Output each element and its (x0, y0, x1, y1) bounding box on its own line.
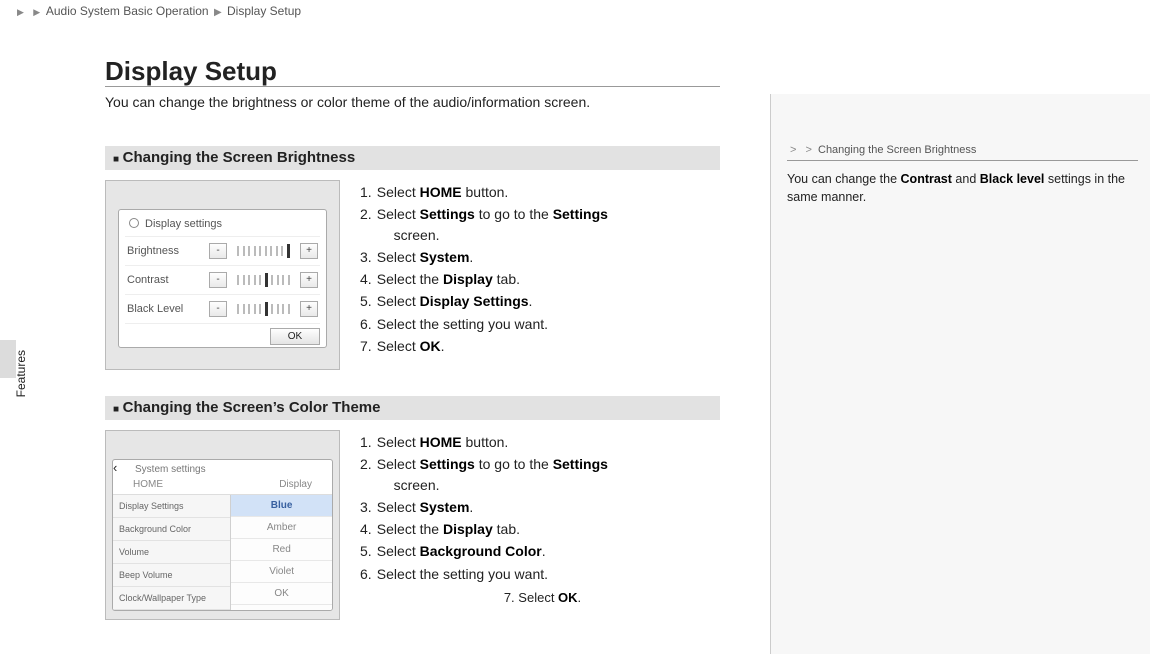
step: 4.Select the Display tab. (360, 519, 725, 539)
slider-label: Brightness (127, 245, 203, 257)
side-note-column: > > Changing the Screen Brightness You c… (770, 94, 1150, 654)
color-options: Blue Amber Red Violet OK (231, 495, 332, 611)
section-content: Display settings Brightness - + Contrast… (105, 180, 725, 370)
list-item[interactable]: Volume (113, 541, 230, 564)
slider-row-contrast: Contrast - + (125, 265, 320, 294)
step: 3.Select System. (360, 497, 725, 517)
plus-button[interactable]: + (300, 243, 318, 259)
triangle-icon: ▶ (212, 7, 224, 18)
section-heading: Changing the Screen’s Color Theme (123, 399, 381, 416)
step: 7. Select OK. (360, 590, 725, 605)
slider-scale[interactable] (233, 244, 294, 258)
panel-body: Display Settings Background Color Volume… (113, 495, 332, 611)
step: 6.Select the setting you want. (360, 564, 725, 584)
sidenote-crumb: > > Changing the Screen Brightness (787, 144, 1138, 161)
sidenote-body: You can change the Contrast and Black le… (787, 171, 1138, 206)
system-settings-screenshot: ‹ HOME System settings Display Display S… (105, 430, 340, 620)
breadcrumb-part: Audio System Basic Operation (46, 4, 209, 18)
step: 3.Select System. (360, 247, 725, 267)
display-settings-panel: Display settings Brightness - + Contrast… (118, 209, 327, 348)
step: 1.Select HOME button. (360, 182, 725, 202)
side-tab-label: Features (14, 350, 28, 397)
minus-button[interactable]: - (209, 301, 227, 317)
option-blue[interactable]: Blue (231, 495, 332, 517)
option-violet[interactable]: Violet (231, 561, 332, 583)
slider-row-blacklevel: Black Level - + (125, 294, 320, 323)
option-red[interactable]: Red (231, 539, 332, 561)
list-item[interactable]: Clock/Wallpaper Type (113, 587, 230, 610)
title-rule (105, 86, 720, 87)
triangle-icon: ▶ (30, 7, 43, 17)
panel-header: HOME System settings Display (113, 475, 332, 495)
display-settings-screenshot: Display settings Brightness - + Contrast… (105, 180, 340, 370)
plus-button[interactable]: + (300, 272, 318, 288)
option-ok[interactable]: OK (231, 583, 332, 605)
step: 2.Select Settings to go to the Settingss… (360, 454, 725, 495)
section-heading-bar: ■ Changing the Screen Brightness (105, 146, 720, 170)
slider-label: Black Level (127, 303, 203, 315)
settings-list: Display Settings Background Color Volume… (113, 495, 231, 611)
main-column: ■ Changing the Screen Brightness Display… (105, 140, 725, 646)
step: 5.Select Background Color. (360, 541, 725, 561)
minus-button[interactable]: - (209, 243, 227, 259)
section-heading: Changing the Screen Brightness (123, 149, 356, 166)
intro-text: You can change the brightness or color t… (105, 94, 590, 110)
breadcrumb: ▶ ▶ Audio System Basic Operation ▶ Displ… (14, 4, 301, 18)
page-title: Display Setup (105, 56, 277, 87)
ok-footer: OK (125, 323, 320, 345)
step: 4.Select the Display tab. (360, 269, 725, 289)
system-settings-panel: ‹ HOME System settings Display Display S… (112, 459, 333, 611)
steps-list: 1.Select HOME button. 2.Select Settings … (360, 180, 725, 358)
panel-header: Display settings (125, 216, 320, 236)
triangle-icon: ▶ (14, 7, 27, 17)
tab-home[interactable]: HOME (133, 479, 163, 490)
plus-button[interactable]: + (300, 301, 318, 317)
slider-label: Contrast (127, 274, 203, 286)
panel-title: System settings (135, 464, 206, 475)
slider-row-brightness: Brightness - + (125, 236, 320, 265)
chevron-icon: > (787, 144, 799, 156)
section-heading-bar: ■ Changing the Screen’s Color Theme (105, 396, 720, 420)
list-item[interactable]: Background Color (113, 518, 230, 541)
list-item[interactable]: Display Settings (113, 495, 230, 518)
step: 7.Select OK. (360, 336, 725, 356)
page: ▶ ▶ Audio System Basic Operation ▶ Displ… (0, 0, 1169, 666)
breadcrumb-part: Display Setup (227, 4, 301, 18)
slider-scale[interactable] (233, 273, 294, 287)
list-item[interactable]: Beep Volume (113, 564, 230, 587)
back-icon[interactable]: ‹ (113, 460, 117, 475)
step: 1.Select HOME button. (360, 432, 725, 452)
ok-button[interactable]: OK (270, 328, 320, 345)
sidenote-crumb-text: Changing the Screen Brightness (818, 144, 976, 156)
section-content: ‹ HOME System settings Display Display S… (105, 430, 725, 620)
chevron-icon: > (803, 144, 815, 156)
steps-list: 1.Select HOME button. 2.Select Settings … (360, 430, 725, 605)
square-bullet-icon: ■ (113, 404, 119, 415)
slider-scale[interactable] (233, 302, 294, 316)
step: 6.Select the setting you want. (360, 314, 725, 334)
tab-display[interactable]: Display (279, 479, 312, 490)
square-bullet-icon: ■ (113, 154, 119, 165)
option-amber[interactable]: Amber (231, 517, 332, 539)
step: 2.Select Settings to go to the Settingss… (360, 204, 725, 245)
minus-button[interactable]: - (209, 272, 227, 288)
step: 5.Select Display Settings. (360, 291, 725, 311)
